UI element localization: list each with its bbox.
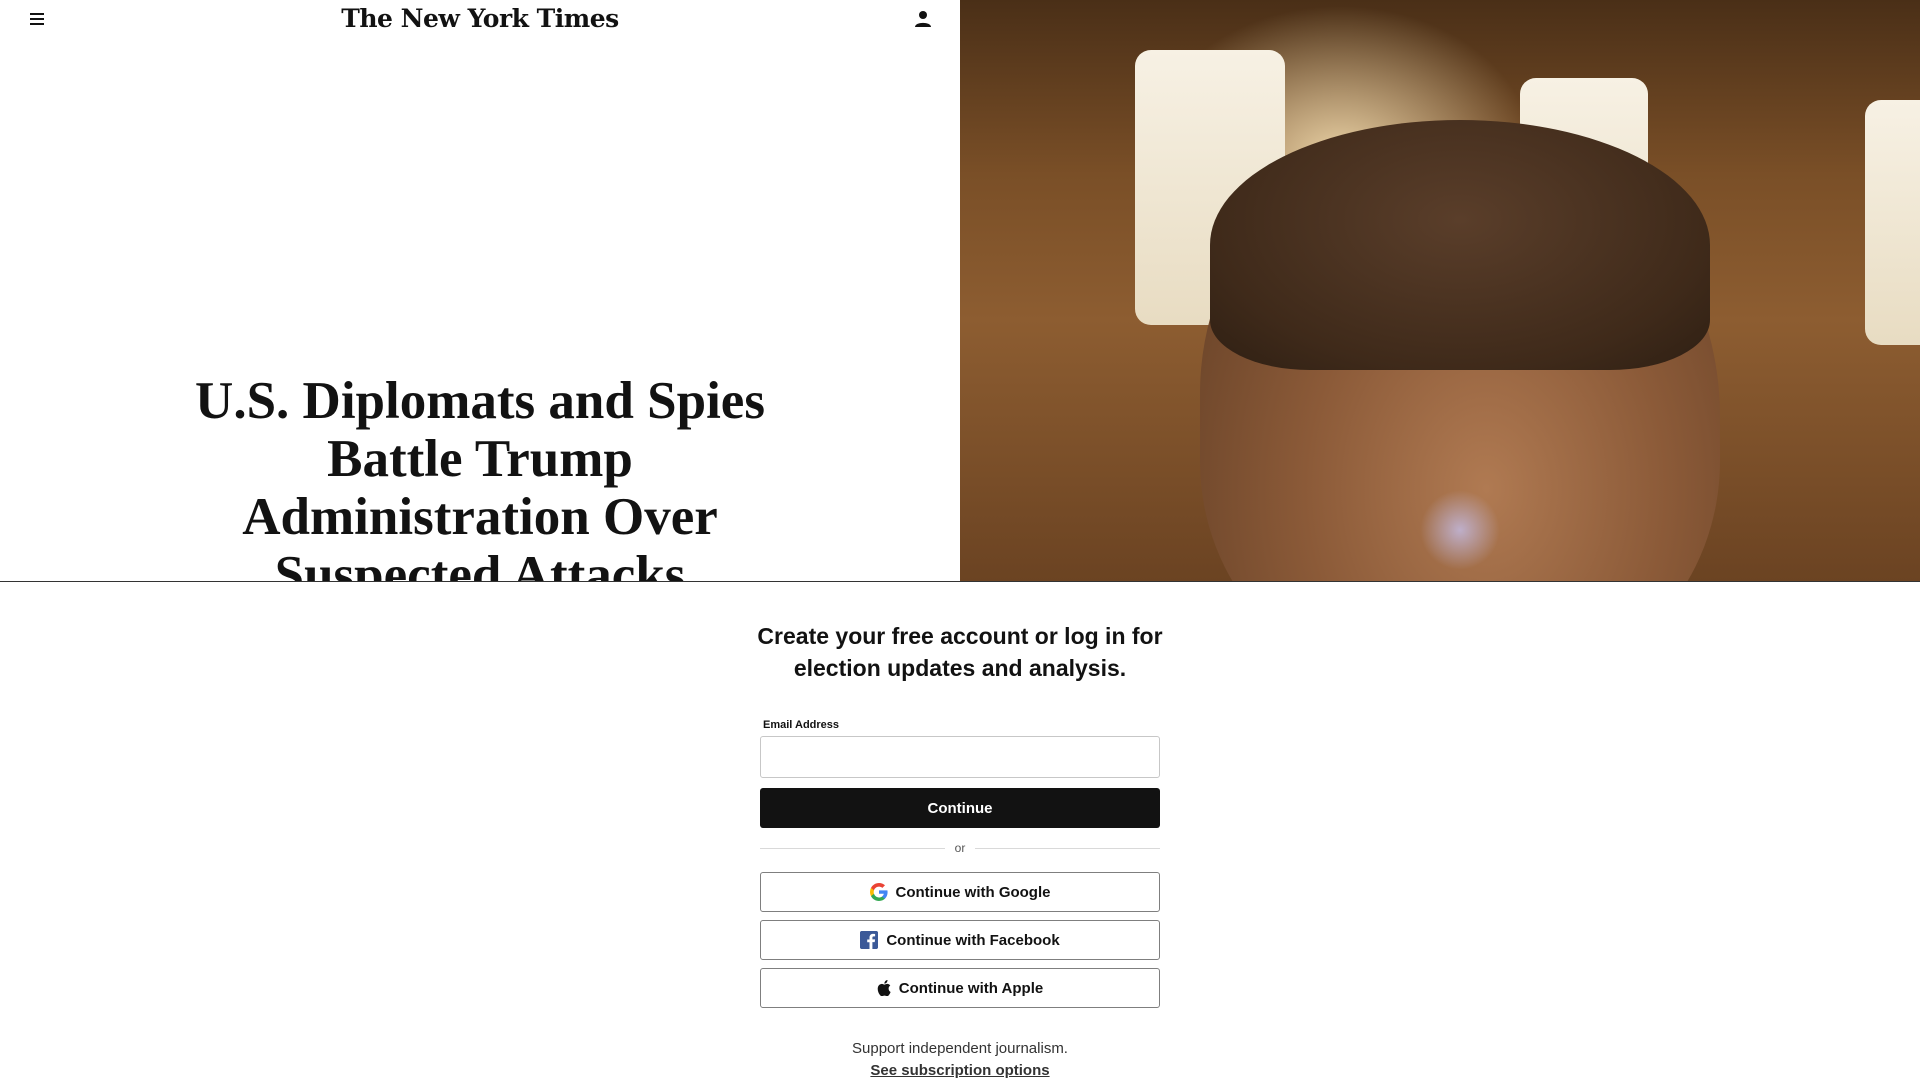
- facebook-logo-icon: [860, 931, 879, 949]
- gate-title: Create your free account or log in for e…: [757, 623, 1163, 681]
- top-bar: The New York Times: [0, 0, 960, 40]
- continue-with-google-button[interactable]: Continue with Google: [760, 872, 1160, 912]
- separator-rule: [760, 847, 945, 849]
- or-text: or: [954, 841, 966, 855]
- user-account-icon[interactable]: [912, 8, 934, 30]
- apple-logo-icon: [877, 980, 891, 996]
- article-headline: U.S. Diplomats and Spies Battle Trump Ad…: [195, 372, 765, 582]
- menu-bar: [30, 13, 44, 15]
- continue-with-apple-button[interactable]: Continue with Apple: [760, 968, 1160, 1008]
- continue-button[interactable]: Continue: [760, 788, 1160, 828]
- subscription-options-link[interactable]: See subscription options: [760, 1062, 1160, 1079]
- separator-rule: [975, 847, 1161, 849]
- apple-button-label: Continue with Apple: [898, 979, 1044, 997]
- email-field[interactable]: [760, 736, 1160, 778]
- menu-bar: [30, 23, 44, 25]
- article-preview: The New York Times U.S. Diplomats and Sp…: [0, 0, 1920, 582]
- continue-with-facebook-button[interactable]: Continue with Facebook: [760, 920, 1160, 960]
- registration-gate: Create your free account or log in for e…: [0, 582, 1920, 1080]
- article-left-pane: The New York Times U.S. Diplomats and Sp…: [0, 0, 960, 582]
- menu-icon[interactable]: [26, 8, 48, 30]
- or-separator: or: [760, 840, 1161, 856]
- masthead-logo[interactable]: The New York Times: [300, 4, 660, 33]
- facebook-button-label: Continue with Facebook: [886, 931, 1060, 949]
- lens-flare: [1420, 490, 1500, 570]
- google-logo-icon: [869, 883, 888, 901]
- photo-background-window: [1865, 100, 1920, 345]
- google-button-label: Continue with Google: [895, 883, 1051, 901]
- support-text: Support independent journalism.: [852, 1040, 1068, 1057]
- photo-subject-hair: [1210, 120, 1710, 370]
- menu-bar: [30, 18, 44, 20]
- email-label: Email Address: [763, 719, 840, 731]
